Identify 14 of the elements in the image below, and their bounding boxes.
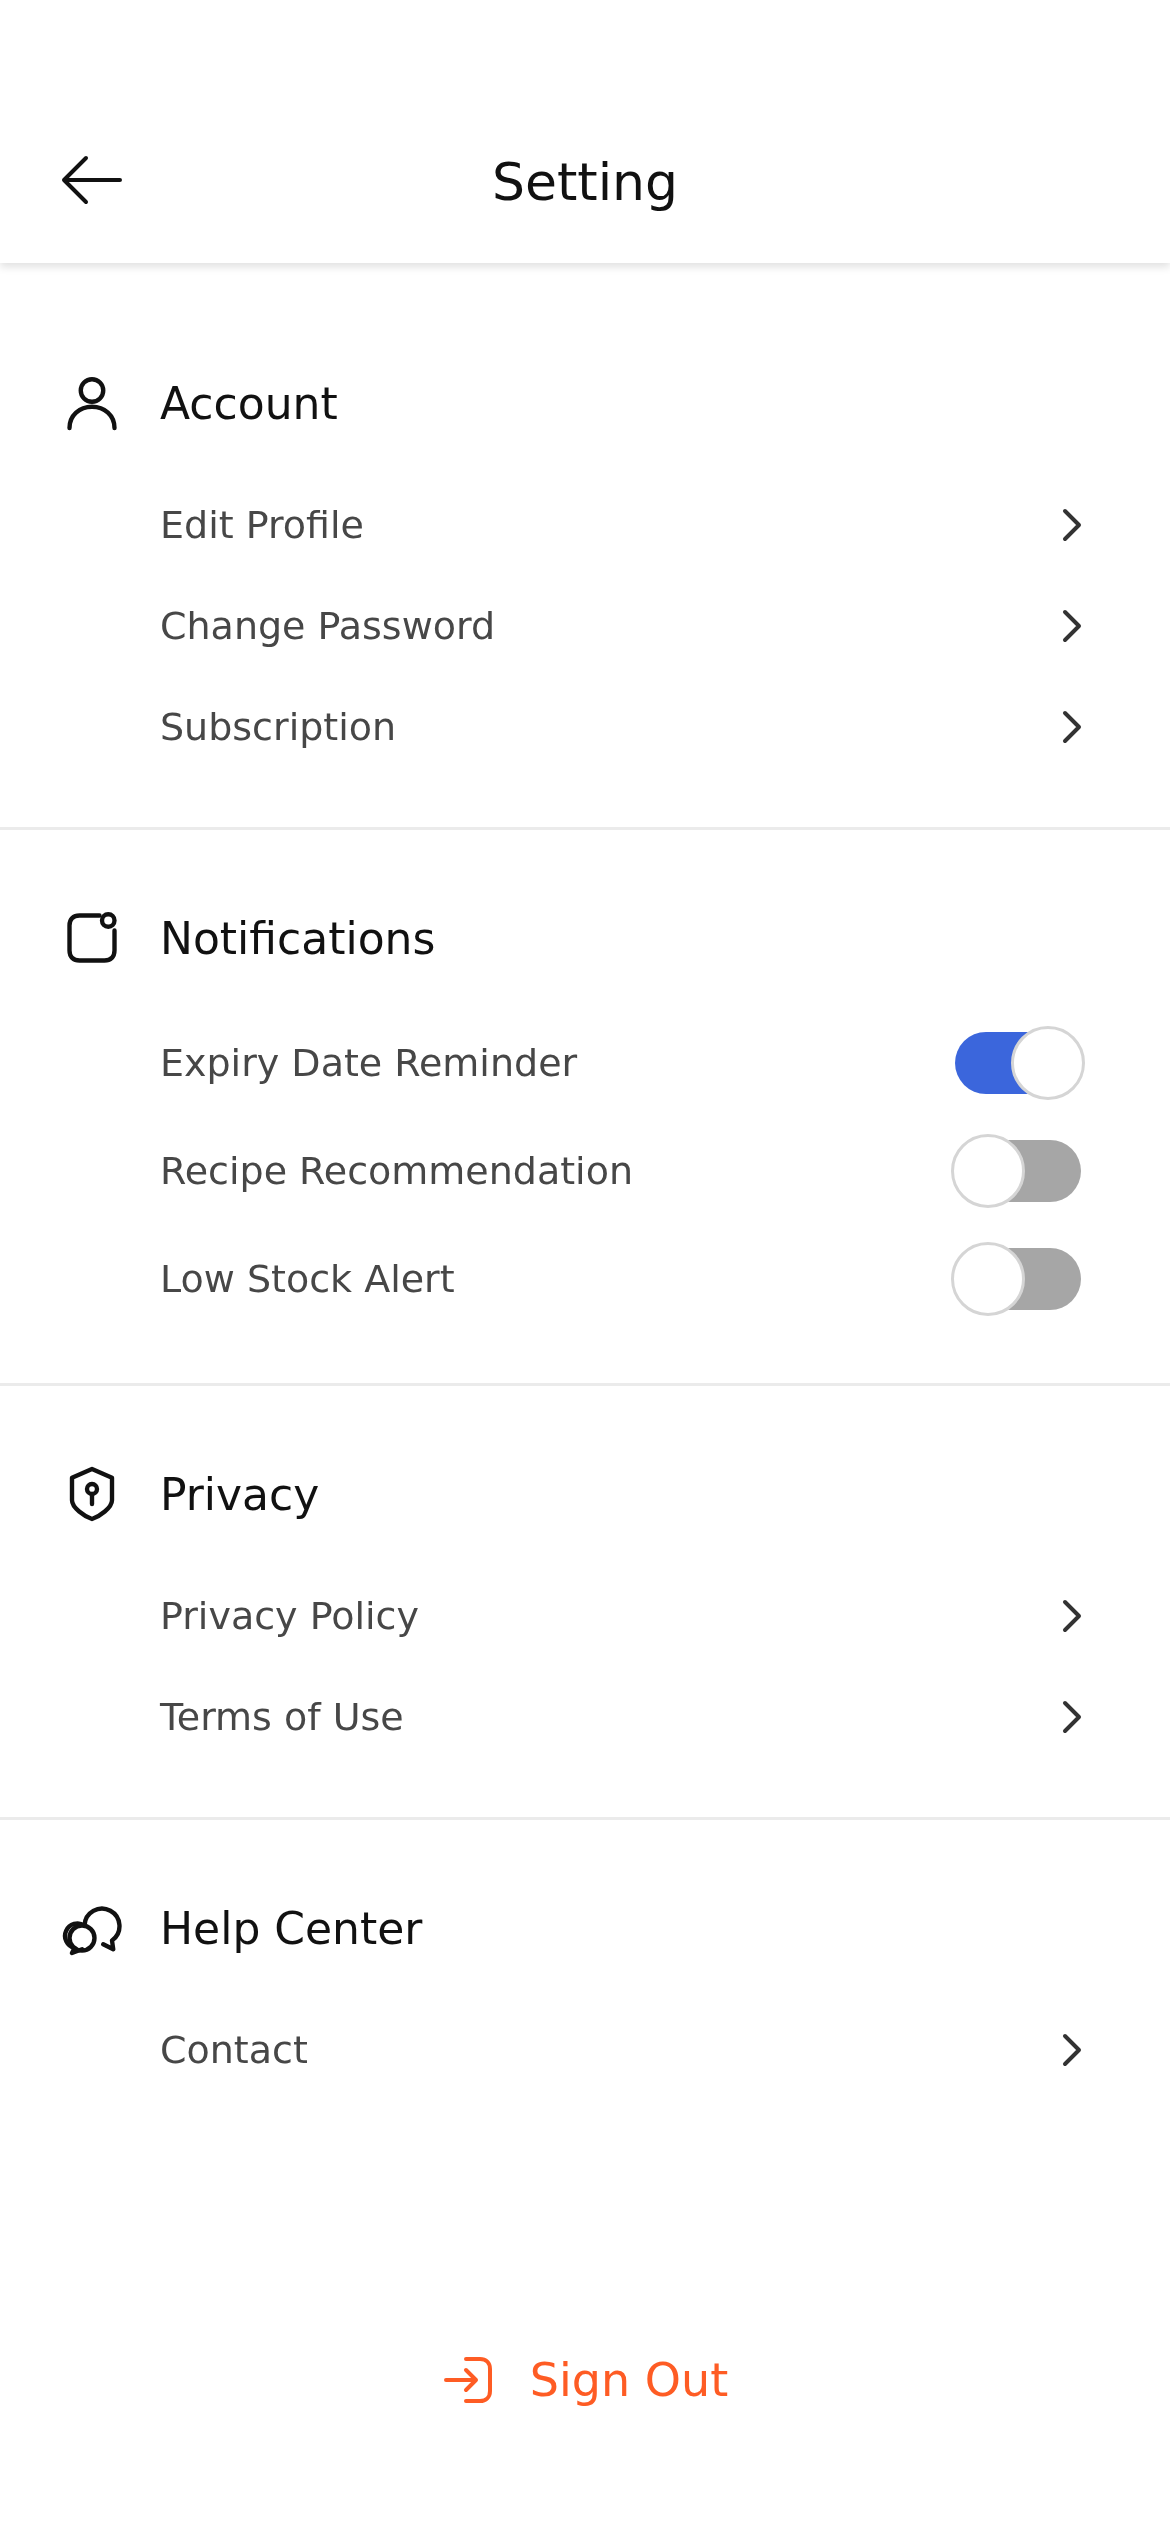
section-title: Help Center xyxy=(160,1902,423,1954)
setting-label: Recipe Recommendation xyxy=(160,1149,633,1193)
menu-item[interactable]: Privacy Policy xyxy=(160,1593,419,1638)
menu-item[interactable]: Edit Profile xyxy=(160,502,364,547)
section-title: Notifications xyxy=(160,912,436,964)
menu-item[interactable]: Contact xyxy=(160,2027,308,2072)
setting-label: Expiry Date Reminder xyxy=(160,1041,578,1085)
menu-item[interactable]: Subscription xyxy=(160,704,397,749)
section-title: Privacy xyxy=(160,1468,320,1520)
menu-item[interactable]: Change Password xyxy=(160,603,496,648)
page-title: Setting xyxy=(491,151,679,212)
section-title: Account xyxy=(160,377,338,429)
setting-label: Low Stock Alert xyxy=(160,1257,455,1301)
menu-item[interactable]: Terms of Use xyxy=(160,1694,404,1739)
